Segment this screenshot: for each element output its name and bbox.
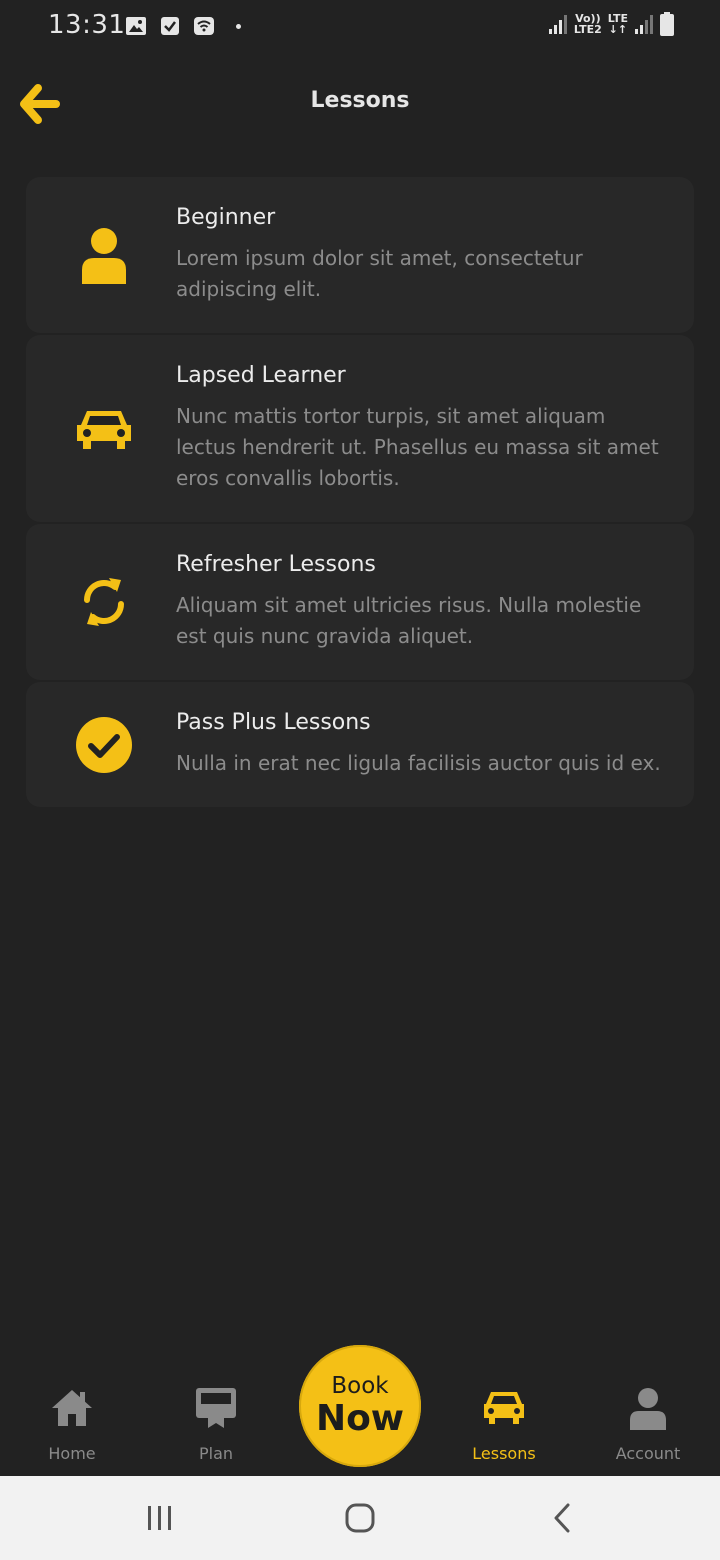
person-icon [70, 221, 138, 289]
lesson-title: Beginner [176, 205, 276, 230]
nav-item-account[interactable]: Account [588, 1386, 708, 1472]
lesson-description: Nulla in erat nec ligula facilisis aucto… [176, 751, 661, 775]
lesson-card-refresher[interactable]: Refresher Lessons Aliquam sit amet ultri… [26, 524, 694, 680]
more-notifications-dot [236, 23, 241, 29]
home-icon [52, 1390, 92, 1426]
chevron-left-icon [554, 1503, 570, 1533]
app-header: Lessons [0, 62, 720, 142]
car-icon [484, 1392, 524, 1424]
signal-icon [548, 15, 567, 34]
lesson-list: Beginner Lorem ipsum dolor sit amet, con… [26, 177, 694, 809]
lte-indicator: LTE ↓↑ [607, 12, 628, 36]
nav-label-lessons: Lessons [472, 1444, 536, 1463]
page-title: Lessons [310, 88, 410, 113]
wifi-icon [194, 17, 214, 35]
home-circle-icon [345, 1503, 375, 1533]
recent-apps-button[interactable] [140, 1498, 180, 1538]
recent-apps-icon [148, 1506, 171, 1530]
status-time: 13:31 [48, 10, 126, 40]
lesson-description: Nunc mattis tortor turpis, sit amet aliq… [176, 404, 659, 490]
lesson-title: Pass Plus Lessons [176, 710, 371, 735]
status-notification-icons [124, 14, 241, 38]
nav-item-plan[interactable]: Plan [156, 1386, 276, 1472]
battery-icon [660, 12, 674, 36]
account-icon [630, 1388, 666, 1430]
nav-label-home: Home [48, 1444, 96, 1463]
plan-icon [196, 1388, 236, 1428]
data-arrows-icon: ↓↑ [608, 23, 628, 36]
lesson-card-lapsed-learner[interactable]: Lapsed Learner Nunc mattis tortor turpis… [26, 335, 694, 522]
status-bar: 13:31 Vo)) LTE2 LTE ↓↑ [0, 0, 720, 54]
book-now-line-2: Now [315, 1398, 405, 1439]
lessons-screen: 13:31 Vo)) LTE2 LTE ↓↑ Lessons Beginner … [0, 0, 720, 1560]
sync-icon [70, 568, 138, 636]
home-system-button[interactable] [340, 1498, 380, 1538]
lesson-card-pass-plus[interactable]: Pass Plus Lessons Nulla in erat nec ligu… [26, 682, 694, 807]
lesson-description: Aliquam sit amet ultricies risus. Nulla … [176, 593, 642, 648]
nav-item-lessons[interactable]: Lessons [444, 1386, 564, 1472]
book-now-button[interactable]: Book Now [299, 1345, 421, 1467]
book-now-line-1: Book [331, 1373, 389, 1399]
nav-label-plan: Plan [198, 1444, 234, 1463]
nav-item-home[interactable]: Home [12, 1386, 132, 1472]
task-check-icon [161, 17, 179, 35]
nav-label-account: Account [615, 1444, 681, 1463]
status-system-icons: Vo)) LTE2 LTE ↓↑ [548, 12, 674, 36]
back-system-button[interactable] [542, 1498, 582, 1538]
check-circle-icon [70, 711, 138, 779]
lesson-card-beginner[interactable]: Beginner Lorem ipsum dolor sit amet, con… [26, 177, 694, 333]
gallery-icon [126, 17, 146, 35]
car-icon [70, 395, 138, 463]
system-nav-bar [0, 1476, 720, 1560]
lesson-title: Refresher Lessons [176, 552, 376, 577]
lesson-description: Lorem ipsum dolor sit amet, consectetur … [176, 246, 583, 301]
signal-icon-2 [635, 15, 653, 34]
lesson-title: Lapsed Learner [176, 363, 346, 388]
volte-indicator: Vo)) LTE2 [573, 12, 602, 36]
